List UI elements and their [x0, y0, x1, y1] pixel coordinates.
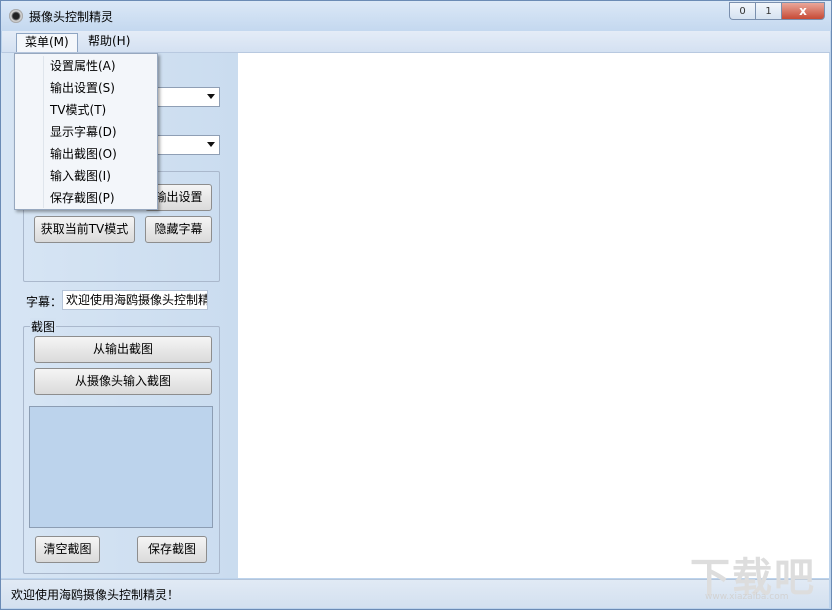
menu-item-output-screenshot[interactable]: 输出截图(O)	[15, 143, 157, 165]
caption-input[interactable]: 欢迎使用海鸥摄像头控制精灵	[62, 290, 208, 310]
status-text: 欢迎使用海鸥摄像头控制精灵！	[11, 588, 180, 602]
hide-caption-button[interactable]: 隐藏字幕	[145, 216, 212, 243]
caption-label: 字幕：	[26, 295, 63, 309]
clear-screenshots-button[interactable]: 清空截图	[35, 536, 100, 563]
window-title: 摄像头控制精灵	[29, 10, 114, 24]
screenshot-list[interactable]	[29, 406, 213, 528]
get-tv-mode-button[interactable]: 获取当前TV模式	[34, 216, 135, 243]
save-screenshot-button[interactable]: 保存截图	[137, 536, 207, 563]
screenshot-from-camera-button[interactable]: 从摄像头输入截图	[34, 368, 212, 395]
menu-item-save-screenshot[interactable]: 保存截图(P)	[15, 187, 157, 209]
minimize-button[interactable]: 0	[729, 2, 755, 20]
menu-main[interactable]: 菜单(M)	[16, 33, 78, 52]
menu-gutter	[43, 56, 44, 208]
menu-bar: 菜单(M) 帮助(H)	[2, 31, 830, 53]
menu-help[interactable]: 帮助(H)	[80, 33, 138, 52]
screenshot-group-label: 截图	[30, 318, 57, 335]
menu-item-input-screenshot[interactable]: 输入截图(I)	[15, 165, 157, 187]
menu-item-tv-mode[interactable]: TV模式(T)	[15, 99, 157, 121]
chevron-down-icon	[207, 94, 215, 99]
camera-app-icon	[9, 9, 23, 23]
watermark-url: www.xiazaiba.com	[705, 592, 789, 602]
window-controls: 0 1 x	[729, 2, 825, 20]
maximize-button[interactable]: 1	[755, 2, 781, 20]
close-icon: x	[799, 4, 807, 18]
title-bar[interactable]: 摄像头控制精灵 0 1 x	[1, 1, 831, 31]
menu-dropdown: 设置属性(A) 输出设置(S) TV模式(T) 显示字幕(D) 输出截图(O) …	[14, 53, 158, 210]
minimize-icon: 0	[739, 5, 746, 17]
maximize-icon: 1	[765, 5, 772, 17]
menu-item-set-properties[interactable]: 设置属性(A)	[15, 55, 157, 77]
screenshot-from-output-button[interactable]: 从输出截图	[34, 336, 212, 363]
close-button[interactable]: x	[781, 2, 825, 20]
menu-item-show-caption[interactable]: 显示字幕(D)	[15, 121, 157, 143]
menu-item-output-settings[interactable]: 输出设置(S)	[15, 77, 157, 99]
chevron-down-icon	[207, 142, 215, 147]
